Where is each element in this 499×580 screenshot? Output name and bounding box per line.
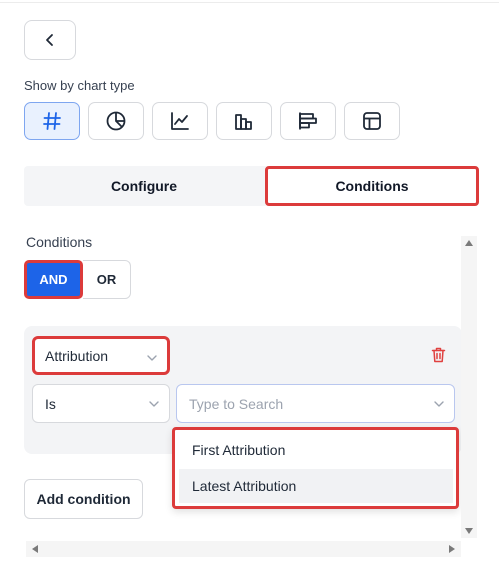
tab-bar: Configure Conditions	[24, 166, 479, 206]
dropdown-option-latest-attribution[interactable]: Latest Attribution	[179, 469, 453, 503]
value-dropdown-menu: First Attribution Latest Attribution	[172, 427, 459, 509]
hash-icon	[43, 112, 61, 130]
chart-type-bar-button[interactable]	[216, 102, 272, 140]
logic-operator-toggle: AND OR	[24, 260, 131, 299]
operator-select-value: Is	[45, 395, 56, 412]
chart-type-label: Show by chart type	[24, 78, 135, 93]
field-select-value: Attribution	[45, 347, 109, 364]
chart-type-selector	[24, 102, 400, 140]
tab-configure[interactable]: Configure	[24, 166, 264, 206]
chart-type-number-button[interactable]	[24, 102, 80, 140]
horizontal-scrollbar[interactable]	[26, 541, 461, 557]
or-button[interactable]: OR	[83, 260, 131, 299]
back-button[interactable]	[24, 20, 76, 60]
pie-chart-icon	[106, 111, 126, 131]
chart-type-table-button[interactable]	[344, 102, 400, 140]
chevron-down-icon	[147, 355, 157, 361]
chart-type-line-button[interactable]	[152, 102, 208, 140]
chevron-down-icon	[434, 401, 444, 407]
bar-chart-icon	[235, 114, 252, 130]
scroll-down-arrow-icon[interactable]	[465, 528, 473, 534]
top-divider	[0, 0, 499, 3]
line-chart-icon	[171, 112, 189, 130]
vertical-scrollbar[interactable]	[461, 236, 477, 538]
value-search-select[interactable]: Type to Search	[176, 384, 455, 423]
add-condition-button[interactable]: Add condition	[24, 479, 143, 519]
tab-conditions[interactable]: Conditions	[265, 166, 479, 206]
scroll-up-arrow-icon[interactable]	[465, 240, 473, 246]
chart-type-pie-button[interactable]	[88, 102, 144, 140]
operator-select[interactable]: Is	[32, 384, 170, 423]
scroll-right-arrow-icon[interactable]	[449, 545, 455, 553]
scroll-left-arrow-icon[interactable]	[32, 545, 38, 553]
conditions-label: Conditions	[26, 234, 93, 250]
chevron-down-icon	[149, 401, 159, 407]
table-icon	[363, 112, 381, 130]
chevron-left-icon	[46, 34, 53, 46]
field-select[interactable]: Attribution	[32, 336, 170, 375]
delete-condition-icon[interactable]	[431, 347, 446, 363]
and-button[interactable]: AND	[24, 260, 83, 299]
horizontal-bar-chart-icon	[299, 112, 317, 130]
chart-type-horizontal-bar-button[interactable]	[280, 102, 336, 140]
dropdown-option-first-attribution[interactable]: First Attribution	[179, 433, 453, 467]
value-search-placeholder: Type to Search	[189, 395, 284, 412]
